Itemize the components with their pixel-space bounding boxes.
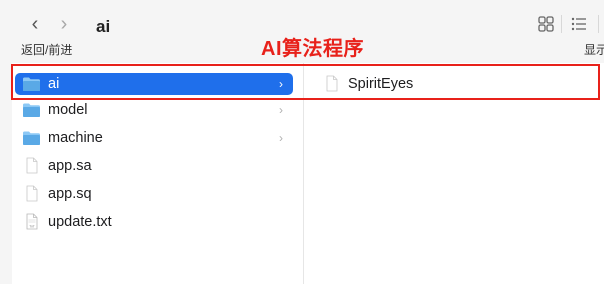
grid-view-icon[interactable] (537, 15, 555, 33)
folder-icon (23, 103, 40, 117)
chevron-right-icon: › (279, 103, 283, 117)
toolbar-separator (561, 15, 562, 33)
folder-icon (23, 131, 40, 145)
list-item-machine[interactable]: machine › (15, 127, 293, 149)
chevron-right-icon: › (279, 131, 283, 145)
window-title: ai (96, 17, 111, 36)
display-label: 显示 (584, 43, 604, 57)
text-file-icon: TXT (26, 213, 38, 230)
txt-icon-label: TXT (30, 225, 35, 229)
forward-button[interactable]: › (54, 13, 74, 35)
toolbar-separator (598, 15, 599, 33)
item-label: machine (48, 130, 103, 146)
list-item-model[interactable]: model › (15, 99, 293, 121)
document-icon (26, 157, 38, 174)
back-forward-label: 返回/前进 (21, 43, 73, 57)
item-label: update.txt (48, 214, 112, 230)
list-item-update-txt[interactable]: TXT update.txt (15, 211, 293, 233)
annotation-label: AI算法程序 (261, 38, 364, 60)
item-label: app.sq (48, 186, 92, 202)
back-button[interactable]: ‹ (25, 13, 45, 35)
document-icon (26, 185, 38, 202)
annotation-highlight-box (11, 64, 600, 100)
list-view-icon[interactable] (570, 15, 588, 33)
list-item-app-sa[interactable]: app.sa (15, 155, 293, 177)
list-item-app-sq[interactable]: app.sq (15, 183, 293, 205)
item-label: app.sa (48, 158, 92, 174)
item-label: model (48, 102, 88, 118)
